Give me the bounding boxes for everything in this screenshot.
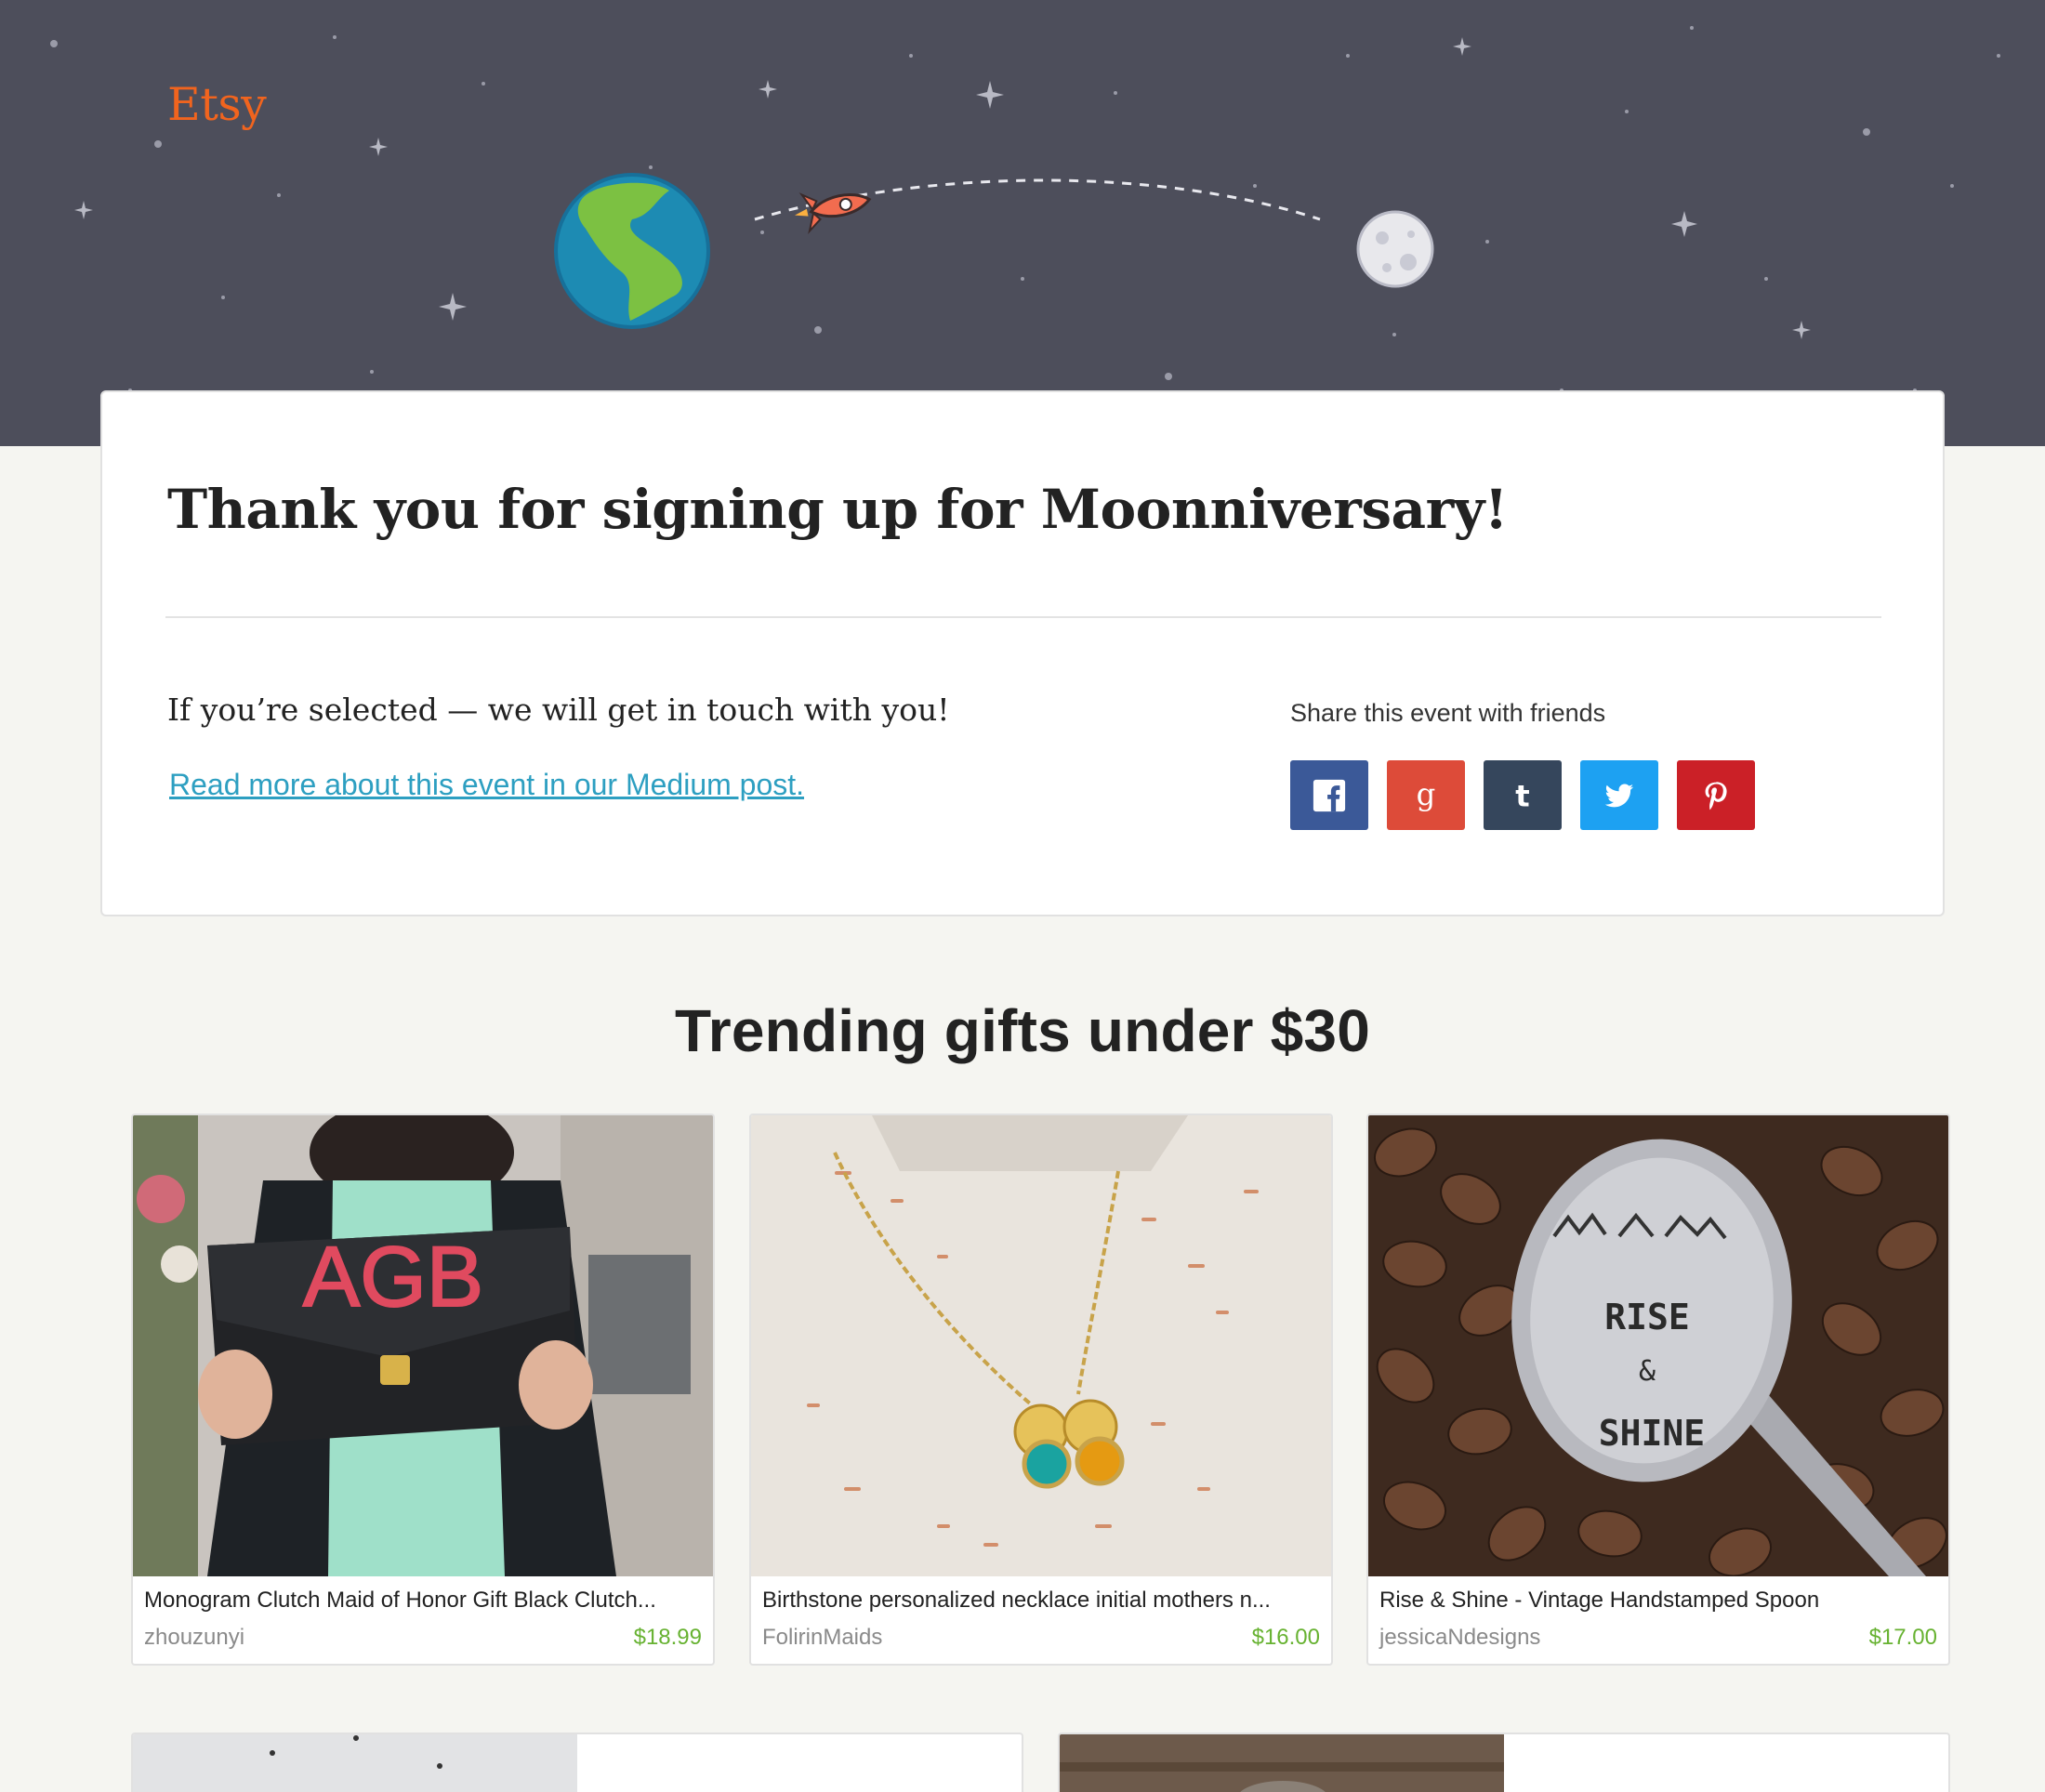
share-tumblr-button[interactable]: t [1484,760,1562,830]
divider [165,616,1881,618]
svg-text:g: g [1417,778,1436,812]
selection-message: If you’re selected — we will get in touc… [167,692,950,728]
shop-name: jessicaNdesigns [1379,1625,1541,1650]
shop-name: zhouzunyi [144,1625,245,1650]
product-title: Rise & Shine - Vintage Handstamped Spoon [1379,1588,1820,1613]
product-card[interactable]: AGB Monogram Clutch Maid of Honor Gift B… [131,1113,715,1666]
product-image-partial [133,1734,577,1792]
product-price: $16.00 [1251,1625,1320,1650]
spoon-text-2: & [1639,1355,1656,1388]
share-twitter-button[interactable] [1580,760,1658,830]
trending-title: Trending gifts under $30 [674,997,1371,1064]
page-title: Thank you for signing up for Moonniversa… [167,478,1508,541]
twitter-icon [1604,784,1634,807]
rocket-icon [795,192,872,235]
product-price: $17.00 [1868,1625,1937,1650]
share-facebook-button[interactable] [1290,760,1368,830]
product-image-partial [1060,1734,1504,1792]
confirmation-card: Thank you for signing up for Moonniversa… [100,390,1945,916]
product-card-partial[interactable] [1058,1733,1950,1792]
tumblr-icon: t [1515,778,1529,813]
share-label: Share this event with friends [1290,699,1606,727]
product-image-spoon: RISE & SHINE [1368,1115,1948,1576]
monogram-text: AGB [303,1230,483,1324]
etsy-logo[interactable]: Etsy [167,78,267,131]
product-price: $18.99 [633,1625,702,1650]
shop-name: FolirinMaids [762,1625,883,1650]
moon-icon [1356,210,1434,288]
product-card[interactable]: Birthstone personalized necklace initial… [749,1113,1333,1666]
product-card-partial[interactable] [131,1733,1023,1792]
share-buttons: g t [1290,760,1755,830]
google-icon: g [1417,778,1436,812]
svg-text:t: t [1515,778,1529,813]
hero-banner: Etsy [0,0,2045,446]
spoon-text-3: SHINE [1599,1413,1705,1454]
share-google-button[interactable]: g [1387,760,1465,830]
product-image-necklace [751,1115,1331,1576]
pinterest-icon [1705,781,1727,810]
share-pinterest-button[interactable] [1677,760,1755,830]
starfield [50,26,2000,411]
product-title: Birthstone personalized necklace initial… [762,1588,1271,1613]
product-title: Monogram Clutch Maid of Honor Gift Black… [144,1588,656,1613]
product-card[interactable]: RISE & SHINE Rise & Shine - Vintage Hand… [1366,1113,1950,1666]
facebook-icon [1313,779,1346,811]
spoon-text-1: RISE [1604,1297,1690,1337]
product-image-clutch: AGB [133,1115,713,1576]
earth-icon [554,173,710,329]
medium-post-link[interactable]: Read more about this event in our Medium… [169,768,804,802]
